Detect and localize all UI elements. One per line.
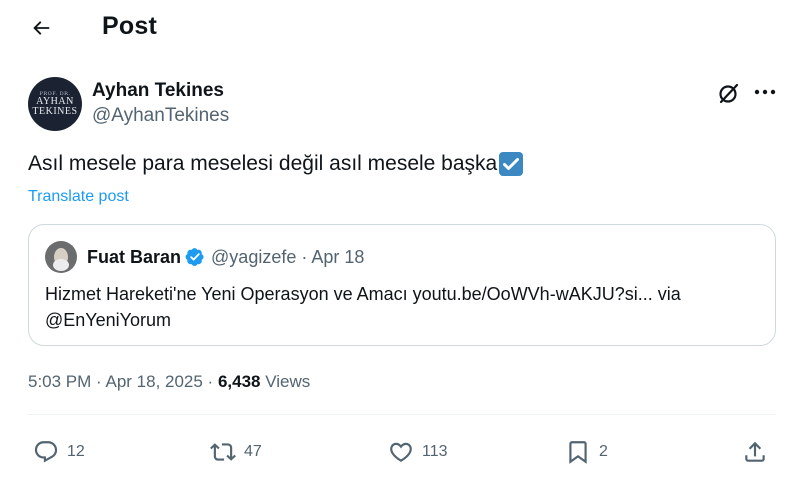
post-author: PROF. DR. AYHAN TEKINES Ayhan Tekines @A… [28,75,229,133]
author-names: Ayhan Tekines @AyhanTekines [92,79,392,129]
grok-button[interactable] [716,80,742,106]
like-count: 113 [422,443,448,460]
arrow-left-icon [33,21,50,35]
quoted-display-name: Fuat Baran [87,246,182,267]
translate-post-link[interactable]: Translate post [28,188,129,206]
back-button[interactable] [26,14,56,42]
views-count: 6,438 [217,372,261,391]
repost-icon [210,443,236,461]
grok-icon [719,83,739,104]
author-handle[interactable]: @AyhanTekines [92,103,392,129]
share-icon [745,441,765,462]
more-options-button[interactable] [752,80,778,104]
post-metadata: 5:03 PM · Apr 18, 2025 · 6,438 Views [28,372,310,392]
reply-button[interactable]: 12 [33,433,85,471]
bookmark-count: 2 [599,443,608,460]
quoted-handle-date: @yagizefe · Apr 18 [211,246,365,267]
check-mark-button-icon [499,152,524,176]
like-button[interactable]: 113 [388,433,448,471]
reply-count: 12 [67,443,85,460]
post-text-content: Asıl mesele para meselesi değil asıl mes… [28,152,498,175]
share-button[interactable] [742,433,768,471]
quoted-post-text: Hizmet Hareketi'ne Yeni Operasyon ve Ama… [45,284,681,330]
reply-icon [34,441,58,463]
avatar[interactable]: PROF. DR. AYHAN TEKINES [28,77,82,131]
ellipsis-icon [754,89,776,95]
top-bar: Post [0,0,800,56]
quoted-post-header: Fuat Baran @yagizefe · Apr 18 [45,241,364,273]
bookmark-button[interactable]: 2 [565,433,608,471]
repost-count: 47 [244,443,262,460]
quoted-avatar [45,241,77,273]
heart-icon [390,442,412,462]
repost-button[interactable]: 47 [210,433,262,471]
avatar-line-2: TEKINES [32,106,78,117]
author-display-name[interactable]: Ayhan Tekines [92,79,392,103]
bookmark-icon [569,441,587,464]
divider [28,414,776,415]
quoted-post[interactable]: Fuat Baran @yagizefe · Apr 18 Hizmet Har… [28,224,776,346]
verified-badge-icon [185,248,204,266]
action-bar: 12 47 113 2 [0,433,800,471]
views-label: Views [260,372,311,391]
post-timestamp[interactable]: 5:03 PM · Apr 18, 2025 · [28,372,218,391]
page-title: Post [102,12,157,40]
post-text: Asıl mesele para meselesi değil asıl mes… [28,152,524,176]
